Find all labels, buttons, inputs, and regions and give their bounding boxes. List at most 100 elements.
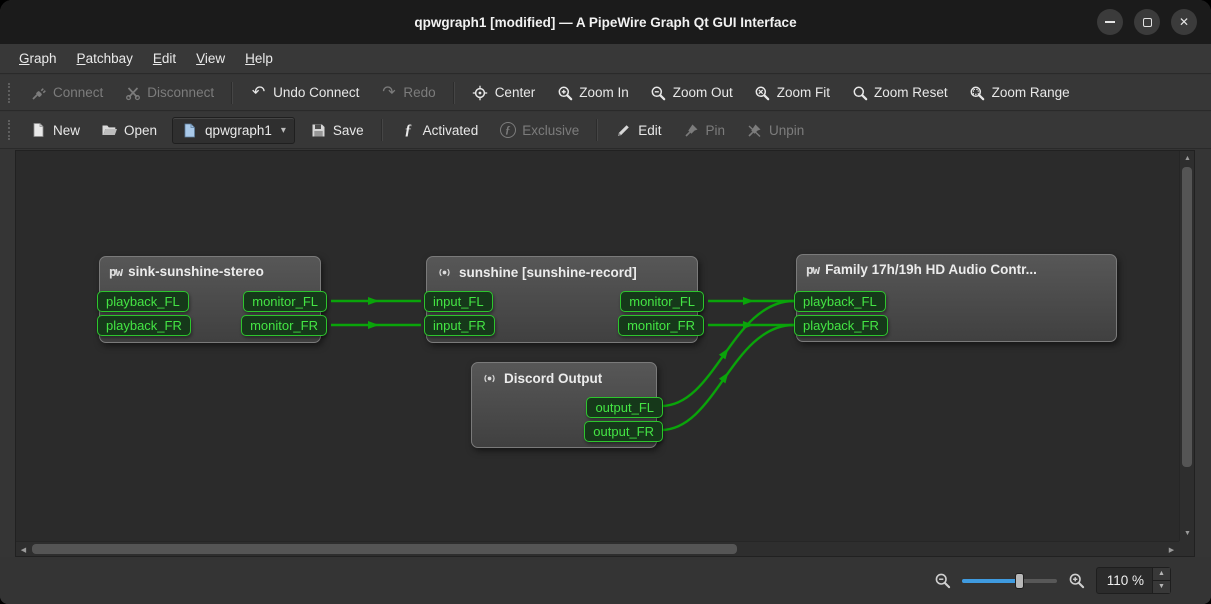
zoom-slider[interactable] <box>962 573 1057 589</box>
menu-view[interactable]: View <box>187 47 234 70</box>
undo-connect-button[interactable]: ↶ Undo Connect <box>241 79 368 106</box>
save-label: Save <box>333 123 364 138</box>
vertical-scroll-handle[interactable] <box>1182 167 1192 467</box>
scrollbar-corner <box>1179 541 1194 556</box>
connect-icon <box>30 84 47 101</box>
horizontal-scrollbar[interactable]: ◀ ▶ <box>16 541 1179 556</box>
connection-arrow <box>368 321 379 329</box>
output-ports: monitor_FL monitor_FR <box>241 291 327 336</box>
output-ports: monitor_FL monitor_FR <box>618 291 704 336</box>
zoom-spin-down[interactable]: ▼ <box>1153 581 1170 594</box>
node-sunshine-record[interactable]: sunshine [sunshine-record] input_FL inpu… <box>426 256 698 343</box>
app-window: qpwgraph1 [modified] — A PipeWire Graph … <box>0 0 1211 604</box>
statusbar: 110 % ▲ ▼ <box>0 557 1211 604</box>
minimize-button[interactable] <box>1097 9 1123 35</box>
graph-toolbar: Connect Disconnect ↶ Undo Connect ↷ Redo… <box>0 75 1211 111</box>
pipewire-icon: pw <box>109 264 122 279</box>
node-family-hd-audio[interactable]: pw Family 17h/19h HD Audio Contr... play… <box>796 254 1117 342</box>
port-input-fr[interactable]: input_FR <box>424 315 495 336</box>
port-monitor-fr[interactable]: monitor_FR <box>618 315 704 336</box>
center-icon <box>472 84 489 101</box>
port-playback-fl[interactable]: playback_FL <box>794 291 886 312</box>
port-output-fl[interactable]: output_FL <box>586 397 663 418</box>
disconnect-button[interactable]: Disconnect <box>115 79 223 106</box>
zoom-range-button[interactable]: Zoom Range <box>960 79 1079 106</box>
scroll-left-arrow[interactable]: ◀ <box>16 542 31 557</box>
port-monitor-fl[interactable]: monitor_FL <box>620 291 704 312</box>
node-header: pw Family 17h/19h HD Audio Contr... <box>797 255 1116 277</box>
zoom-in-button[interactable]: Zoom In <box>547 79 638 106</box>
unpin-label: Unpin <box>769 123 804 138</box>
zoom-out-button[interactable]: Zoom Out <box>641 79 742 106</box>
node-header: pw sink-sunshine-stereo <box>100 257 320 279</box>
toolbar-drag-handle[interactable] <box>8 120 12 140</box>
new-label: New <box>53 123 80 138</box>
exclusive-toggle[interactable]: ƒ Exclusive <box>490 117 588 144</box>
node-discord-output[interactable]: Discord Output output_FL output_FR <box>471 362 657 448</box>
redo-button[interactable]: ↷ Redo <box>371 79 444 106</box>
activated-label: Activated <box>423 123 479 138</box>
scroll-down-arrow[interactable]: ▼ <box>1180 526 1195 541</box>
scroll-right-arrow[interactable]: ▶ <box>1164 542 1179 557</box>
port-monitor-fr[interactable]: monitor_FR <box>241 315 327 336</box>
port-input-fl[interactable]: input_FL <box>424 291 493 312</box>
zoom-range-label: Zoom Range <box>992 85 1070 100</box>
zoom-reset-label: Zoom Reset <box>874 85 948 100</box>
window-controls: ✕ <box>1097 9 1197 35</box>
connect-button[interactable]: Connect <box>21 79 112 106</box>
close-button[interactable]: ✕ <box>1171 9 1197 35</box>
speaker-icon <box>481 370 498 387</box>
zoom-out-icon[interactable] <box>934 572 951 589</box>
pin-button[interactable]: Pin <box>674 117 735 144</box>
zoom-slider-handle[interactable] <box>1015 573 1024 589</box>
port-output-fr[interactable]: output_FR <box>584 421 663 442</box>
node-header: sunshine [sunshine-record] <box>427 257 697 281</box>
zoom-spin-up[interactable]: ▲ <box>1153 568 1170 581</box>
menu-edit[interactable]: Edit <box>144 47 185 70</box>
close-icon: ✕ <box>1179 16 1189 28</box>
redo-icon: ↷ <box>380 84 397 101</box>
titlebar[interactable]: qpwgraph1 [modified] — A PipeWire Graph … <box>0 0 1211 44</box>
zoom-range-icon <box>969 84 986 101</box>
scroll-up-arrow[interactable]: ▲ <box>1180 151 1195 166</box>
menubar: Graph Patchbay Edit View Help <box>0 44 1211 74</box>
zoom-reset-button[interactable]: Zoom Reset <box>842 79 957 106</box>
save-patchbay-button[interactable]: Save <box>301 117 373 144</box>
zoom-slider-fill <box>962 579 1017 583</box>
zoom-spinbox[interactable]: 110 % ▲ ▼ <box>1096 567 1171 594</box>
connect-label: Connect <box>53 85 103 100</box>
activated-toggle[interactable]: ƒ Activated <box>391 117 488 144</box>
pin-icon <box>683 122 700 139</box>
maximize-button[interactable] <box>1134 9 1160 35</box>
toolbar-drag-handle[interactable] <box>8 83 12 103</box>
input-ports: input_FL input_FR <box>424 291 495 336</box>
node-sink-sunshine-stereo[interactable]: pw sink-sunshine-stereo playback_FL play… <box>99 256 321 343</box>
patchbay-select[interactable]: qpwgraph1 ▾ <box>172 117 295 144</box>
port-playback-fl[interactable]: playback_FL <box>97 291 189 312</box>
edit-toggle[interactable]: Edit <box>606 117 670 144</box>
zoom-fit-icon <box>754 84 771 101</box>
horizontal-scroll-handle[interactable] <box>32 544 737 554</box>
patchbay-file-icon <box>181 122 198 139</box>
spin-arrows: ▲ ▼ <box>1152 568 1170 593</box>
save-icon <box>310 122 327 139</box>
zoom-fit-label: Zoom Fit <box>777 85 830 100</box>
center-button[interactable]: Center <box>463 79 545 106</box>
menu-graph[interactable]: Graph <box>10 47 66 70</box>
patchbay-toolbar: New Open qpwgraph1 ▾ Save ƒ Activated <box>0 112 1211 149</box>
menu-help[interactable]: Help <box>236 47 282 70</box>
node-title: Family 17h/19h HD Audio Contr... <box>825 262 1037 277</box>
menu-patchbay[interactable]: Patchbay <box>68 47 142 70</box>
vertical-scrollbar[interactable]: ▲ ▼ <box>1179 151 1194 541</box>
open-patchbay-button[interactable]: Open <box>92 117 166 144</box>
zoom-fit-button[interactable]: Zoom Fit <box>745 79 839 106</box>
graph-canvas[interactable]: pw sink-sunshine-stereo playback_FL play… <box>16 151 1179 541</box>
port-monitor-fl[interactable]: monitor_FL <box>243 291 327 312</box>
port-playback-fr[interactable]: playback_FR <box>97 315 191 336</box>
output-ports: output_FL output_FR <box>584 397 663 442</box>
new-patchbay-button[interactable]: New <box>21 117 89 144</box>
port-playback-fr[interactable]: playback_FR <box>794 315 888 336</box>
unpin-button[interactable]: Unpin <box>737 117 813 144</box>
zoom-in-icon[interactable] <box>1068 572 1085 589</box>
connection-arrow <box>743 321 754 329</box>
